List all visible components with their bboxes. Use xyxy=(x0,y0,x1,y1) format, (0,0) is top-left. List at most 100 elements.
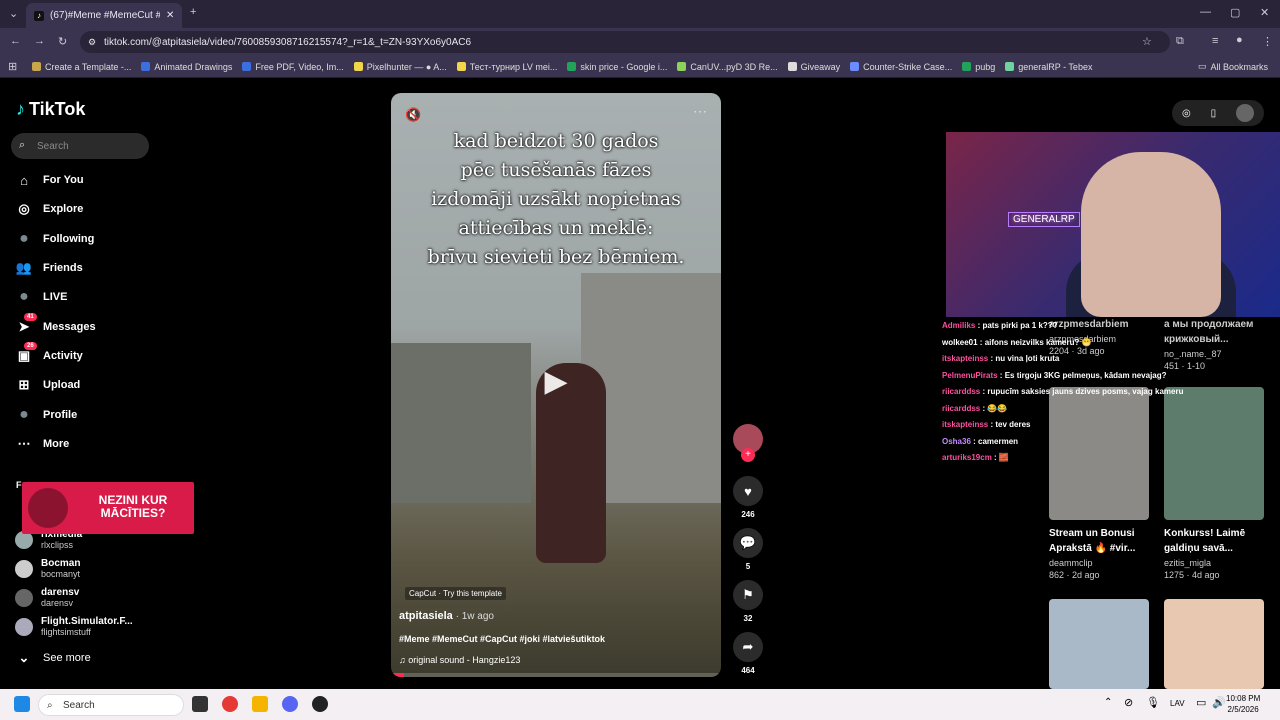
bookmark-item[interactable]: Giveaway xyxy=(787,62,840,72)
maximize-icon[interactable]: ▢ xyxy=(1230,6,1240,19)
share-button[interactable]: ➦ 464 xyxy=(732,632,764,675)
video-progress-bar[interactable] xyxy=(391,673,721,677)
like-button[interactable]: ♥ 246 xyxy=(732,476,764,519)
nav-item-upload[interactable]: ⊞ Upload xyxy=(16,377,81,393)
bookmark-item[interactable]: Тест-турнир LV mei... xyxy=(456,62,557,72)
taskbar-search-input[interactable]: ⌕ Search xyxy=(38,694,184,716)
bookmark-star-icon[interactable]: ☆ xyxy=(1142,35,1152,48)
nav-item-live[interactable]: ● LIVE xyxy=(16,288,67,305)
tray-chevron-icon[interactable]: ⌃ xyxy=(1104,697,1112,708)
nav-item-friends[interactable]: 👥 Friends xyxy=(16,260,83,276)
video-thumbnail[interactable] xyxy=(1164,599,1264,689)
steam-icon[interactable] xyxy=(312,696,328,712)
tab-list-icon[interactable]: ⌄ xyxy=(9,7,18,20)
bookmark-item[interactable]: pubg xyxy=(962,62,995,72)
share-count: 464 xyxy=(741,666,755,675)
browser-tab-bar: ⌄ ♪ (67)#Meme #MemeCut #CapCu ✕ + — ▢ ✕ xyxy=(0,0,1280,28)
play-icon[interactable]: ▶ xyxy=(535,360,577,402)
followed-account[interactable]: Flight.Simulator.F... flightsimstuff xyxy=(15,616,133,637)
close-tab-icon[interactable]: ✕ xyxy=(166,10,174,21)
chat-user: Admiliks xyxy=(942,321,976,330)
bookmark-item[interactable]: Pixelhunter — ● A... xyxy=(353,62,447,72)
browser-profile-icon[interactable]: ● xyxy=(1236,34,1243,46)
apps-icon[interactable]: ⊞ xyxy=(8,60,17,73)
chrome-icon[interactable] xyxy=(222,696,238,712)
nav-item-explore[interactable]: ◎ Explore xyxy=(16,201,83,217)
nav-item-activity[interactable]: ▣ 26 Activity xyxy=(16,342,83,364)
discord-icon[interactable] xyxy=(282,696,298,712)
chat-text: : Es tirgoju 3KG pelmeņus, kādam nevajag… xyxy=(997,370,1167,380)
bookmark-item[interactable]: CanUV...pyD 3D Re... xyxy=(677,62,778,72)
follow-plus-icon[interactable]: + xyxy=(741,448,755,462)
network-icon[interactable]: ⊘ xyxy=(1124,696,1133,709)
nav-item-more[interactable]: ⋯ More xyxy=(16,436,70,452)
reload-icon[interactable]: ↻ xyxy=(58,35,67,48)
bookmark-item[interactable]: Animated Drawings xyxy=(141,62,232,72)
file-explorer-icon[interactable] xyxy=(252,696,268,712)
capcut-label: CapCut · Try this template xyxy=(409,589,502,598)
forward-icon[interactable]: → xyxy=(34,35,45,47)
bookmark-label: pubg xyxy=(975,61,996,72)
close-window-icon[interactable]: ✕ xyxy=(1260,6,1269,19)
chat-text: : 🧱 xyxy=(991,453,1009,462)
url-field[interactable]: ⚙ tiktok.com/@atpitasiela/video/76008593… xyxy=(80,31,1170,53)
all-bookmarks-label: All Bookmarks xyxy=(1210,61,1268,72)
bookmark-item[interactable]: Create a Template -... xyxy=(32,62,131,72)
chat-message: riicarddss : 😂😂 xyxy=(942,401,1212,418)
browser-tab[interactable]: ♪ (67)#Meme #MemeCut #CapCu ✕ xyxy=(26,3,182,28)
nav-label: For You xyxy=(43,174,84,186)
site-info-icon[interactable]: ⚙ xyxy=(88,37,96,48)
all-bookmarks-button[interactable]: ▭ All Bookmarks xyxy=(1198,61,1268,72)
system-clock[interactable]: 10:08 PM 2/5/2026 xyxy=(1226,693,1260,715)
bookmark-item[interactable]: Free PDF, Video, Im... xyxy=(242,62,344,72)
followed-account[interactable]: Bocman bocmanyt xyxy=(15,558,80,579)
chat-message: riicarddss : rupucīm saksies jauns dzive… xyxy=(942,384,1212,401)
capcut-template-link[interactable]: CapCut · Try this template xyxy=(405,587,506,600)
language-indicator[interactable]: LAV xyxy=(1170,699,1185,708)
video-player[interactable]: kad beidzot 30 gados pēc tusēšanās fāzes i… xyxy=(391,93,721,677)
back-icon[interactable]: ← xyxy=(10,35,21,47)
bookmark-item[interactable]: Counter-Strike Case... xyxy=(850,62,952,72)
followed-account[interactable]: darensv darensv xyxy=(15,587,79,608)
bookmark-item[interactable]: generalRP - Tebex xyxy=(1005,62,1092,72)
nav-item-messages[interactable]: ➤ 41 Messages xyxy=(16,313,96,335)
compass-small-icon[interactable]: ◎ xyxy=(1182,108,1191,119)
new-tab-icon[interactable]: + xyxy=(190,6,196,18)
video-hashtags[interactable]: #Meme #MemeCut #CapCut #joki #latviešuti… xyxy=(399,634,605,644)
clock-time: 10:08 PM xyxy=(1226,694,1261,703)
video-author[interactable]: atpitasiela · 1w ago xyxy=(399,610,494,622)
save-button[interactable]: ⚑ 32 xyxy=(732,580,764,623)
heart-icon: ♥ xyxy=(733,476,763,506)
tiktok-logo[interactable]: ♪ TikTok xyxy=(16,99,85,120)
display-icon[interactable]: ▭ xyxy=(1196,696,1206,709)
search-input[interactable]: ⌕ Search xyxy=(11,133,149,159)
media-icon[interactable]: ≡ xyxy=(1212,35,1218,47)
video-sound[interactable]: ♫ original sound - Hangzie123 xyxy=(399,655,520,665)
volume-icon[interactable]: 🔊 xyxy=(1212,696,1226,709)
account-avatar xyxy=(15,588,33,607)
creator-avatar[interactable]: + xyxy=(732,424,764,462)
comment-button[interactable]: 💬 5 xyxy=(732,528,764,571)
user-avatar[interactable] xyxy=(1236,104,1255,122)
nav-item-following[interactable]: ● Following xyxy=(16,230,94,247)
activity-icon: ▣ 26 xyxy=(16,342,37,364)
bookmark-label: Animated Drawings xyxy=(154,61,233,72)
minimize-icon[interactable]: — xyxy=(1200,6,1211,18)
promo-banner[interactable]: NEZINI KUR MĀCĪTIES? xyxy=(22,482,194,534)
windows-start-icon[interactable] xyxy=(14,696,30,712)
task-view-icon[interactable] xyxy=(192,696,208,712)
bookmark-item[interactable]: skin price - Google i... xyxy=(567,62,667,72)
nav-label: More xyxy=(43,438,70,450)
nav-item-for-you[interactable]: ⌂ For You xyxy=(16,172,84,188)
extensions-icon[interactable]: ⧉ xyxy=(1176,35,1184,48)
microphone-icon[interactable]: 🎙 xyxy=(1146,696,1160,709)
neon-sign: GENERALRP xyxy=(1008,212,1080,227)
see-more-button[interactable]: ⌄ See more xyxy=(16,650,91,666)
video-thumbnail[interactable] xyxy=(1049,599,1149,689)
nav-item-profile[interactable]: ● Profile xyxy=(16,406,77,423)
browser-menu-icon[interactable]: ⋮ xyxy=(1262,35,1273,48)
device-icon[interactable]: ▯ xyxy=(1211,108,1217,119)
account-handle: bocmanyt xyxy=(41,569,81,579)
mute-icon[interactable]: 🔇 xyxy=(405,107,421,123)
video-more-icon[interactable]: ⋯ xyxy=(693,103,707,120)
